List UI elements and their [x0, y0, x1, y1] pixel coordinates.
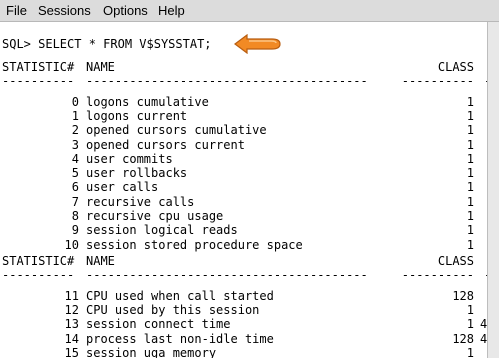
statistic-name: session connect time: [86, 317, 231, 332]
column-header-statistic: STATISTIC#: [2, 60, 75, 74]
statistic-class: 1: [466, 237, 474, 252]
separator: ---------------------------------------: [86, 74, 368, 89]
statistic-number: 5: [71, 166, 79, 181]
column-header-name: NAME: [86, 60, 115, 74]
statistic-name: session logical reads: [86, 223, 238, 238]
statistic-class: 1: [466, 223, 474, 238]
statistic-number: 2: [71, 123, 79, 138]
vertical-scrollbar[interactable]: [487, 22, 499, 358]
statistic-class: 1: [466, 137, 474, 152]
orange-arrow-icon: [234, 34, 281, 54]
statistic-name: opened cursors cumulative: [86, 123, 267, 138]
statistic-class: 1: [466, 94, 474, 109]
statistic-name: user calls: [86, 180, 159, 195]
separator: ---------------------------------------: [86, 268, 368, 283]
statistic-number: 8: [71, 209, 79, 223]
statistic-number: 15: [64, 345, 79, 358]
menu-bar: File Sessions Options Help: [0, 0, 499, 22]
statistic-class: 1: [466, 108, 474, 123]
statistic-number: 4: [71, 151, 79, 166]
statistic-number: 12: [64, 302, 79, 317]
statistic-name: user commits: [86, 151, 173, 166]
statistic-value-partial: 40: [480, 331, 487, 346]
statistic-name: recursive calls: [86, 194, 195, 209]
statistic-class: 128: [452, 288, 474, 303]
statistic-name: process last non-idle time: [86, 331, 274, 346]
statistic-name: session stored procedure space: [86, 237, 303, 252]
statistic-class: 1: [466, 151, 474, 166]
statistic-class: 1: [466, 317, 474, 332]
menu-options[interactable]: Options: [103, 3, 148, 18]
statistic-number: 9: [71, 223, 79, 238]
statistic-class: 1: [466, 194, 474, 209]
statistic-class: 1: [466, 180, 474, 195]
statistic-number: 1: [71, 108, 79, 123]
column-header-class: CLASS: [437, 254, 474, 268]
statistic-class: 128: [452, 331, 474, 346]
statistic-number: 11: [64, 288, 79, 303]
column-header-class: CLASS: [437, 60, 474, 74]
statistic-class: 1: [466, 302, 474, 317]
statistic-number: 0: [71, 94, 79, 109]
separator: ----------: [401, 74, 474, 89]
statistic-name: CPU used by this session: [86, 302, 260, 317]
statistic-number: 10: [64, 237, 79, 252]
statistic-class: 1: [466, 209, 474, 223]
statistic-number: 13: [64, 317, 79, 332]
separator: ----------: [401, 268, 474, 283]
sql-command: SQL> SELECT * FROM V$SYSSTAT;: [2, 37, 212, 51]
statistic-value-partial: 40: [480, 317, 487, 332]
statistic-name: logons current: [86, 108, 188, 123]
terminal-output[interactable]: SQL> SELECT * FROM V$SYSSTAT; STATISTIC#…: [0, 22, 487, 358]
menu-file[interactable]: File: [6, 3, 27, 18]
statistic-name: opened cursors current: [86, 137, 245, 152]
statistic-class: 1: [466, 166, 474, 181]
menu-sessions[interactable]: Sessions: [38, 3, 91, 18]
statistic-name: recursive cpu usage: [86, 209, 224, 223]
statistic-number: 6: [71, 180, 79, 195]
separator: ----------: [2, 268, 75, 283]
separator: ----------: [2, 74, 75, 89]
column-header-name: NAME: [86, 254, 115, 268]
column-header-statistic: STATISTIC#: [2, 254, 75, 268]
statistic-name: session uga memory: [86, 345, 217, 358]
statistic-name: user rollbacks: [86, 166, 188, 181]
statistic-class: 1: [466, 123, 474, 138]
statistic-class: 1: [466, 345, 474, 358]
statistic-number: 3: [71, 137, 79, 152]
statistic-number: 7: [71, 194, 79, 209]
statistic-name: logons cumulative: [86, 94, 209, 109]
statistic-name: CPU used when call started: [86, 288, 274, 303]
menu-help[interactable]: Help: [158, 3, 185, 18]
statistic-number: 14: [64, 331, 79, 346]
